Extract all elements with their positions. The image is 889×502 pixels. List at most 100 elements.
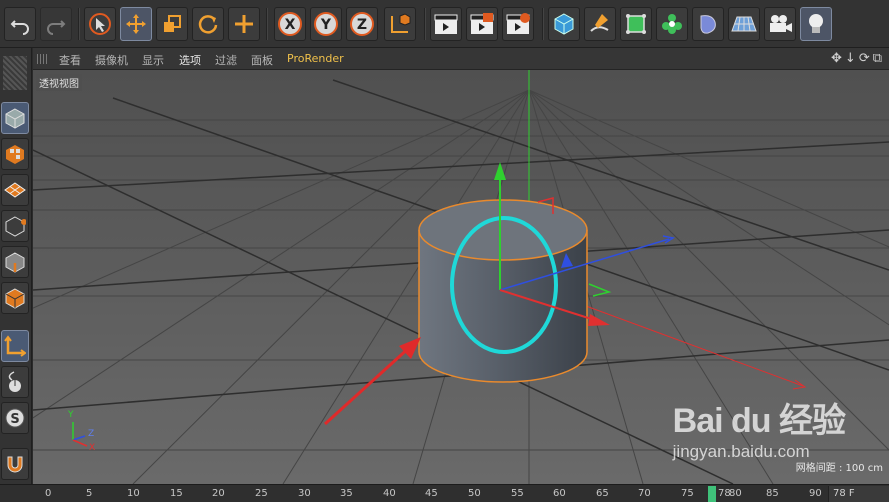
edges-mode-button[interactable] [1,246,29,278]
polygons-mode-button[interactable] [1,282,29,314]
svg-text:S: S [10,412,19,427]
timeline-tick: 40 [383,488,396,499]
cloner-button[interactable] [656,7,688,41]
magnet-tool-button[interactable] [1,448,29,480]
rotate-tool-button[interactable] [192,7,224,41]
snapping-icon: S [5,408,25,428]
render-settings-icon [506,13,530,34]
timeline-playhead[interactable] [708,486,716,502]
add-transform-icon [235,15,253,33]
enable-axis-icon [4,335,26,357]
menu-grip-icon [37,54,47,64]
undo-button[interactable] [4,7,36,41]
texture-grip-icon [3,56,27,90]
rotate-icon [198,15,218,34]
x-axis-lock-icon: X [278,12,302,36]
grid-spacing-label: 网格间距 : 100 cm [795,463,883,474]
polygons-mode-icon [5,288,25,309]
timeline-tick: 20 [212,488,225,499]
floor-icon [731,16,757,32]
timeline-tick: 45 [425,488,438,499]
viewport-title[interactable]: 透视视图 [36,74,82,91]
axis-label-z: Z [88,429,95,439]
camera-button[interactable] [764,7,796,41]
render-picture-viewer-icon [470,13,494,34]
redo-button[interactable] [40,7,72,41]
model-mode-icon [5,108,25,129]
cube-object-icon [554,13,574,35]
light-button[interactable] [800,7,832,41]
timeline-tick: 5 [86,488,93,499]
subdivision-icon [626,14,646,34]
y-axis-lock-icon: Y [314,12,338,36]
enable-axis-button[interactable] [1,330,29,362]
scale-tool-button[interactable] [156,7,188,41]
menu-filter[interactable]: 过滤 [215,52,237,68]
subdivision-button[interactable] [620,7,652,41]
timeline-tick: 35 [340,488,353,499]
add-transform-button[interactable] [228,7,260,41]
deformer-icon [700,15,716,34]
timeline-tick: 75 [681,488,694,499]
menu-prorender[interactable]: ProRender [287,52,344,65]
snapping-button[interactable]: S [1,402,29,434]
live-select-button[interactable] [84,7,116,41]
x-axis-lock-button[interactable]: X [274,7,306,41]
z-axis-lock-icon: Z [350,12,374,36]
menu-options[interactable]: 选项 [179,52,201,68]
points-mode-button[interactable] [1,210,29,242]
viewport-navigation-icons[interactable]: ✥↓⟳⧉ [831,51,885,66]
menu-panel[interactable]: 面板 [251,52,273,68]
timeline-tick: 10 [127,488,140,499]
timeline-tick: 55 [511,488,524,499]
points-mode-icon [5,216,26,237]
workplane-mode-button[interactable] [1,174,29,206]
viewport-menu-bar: 查看 摄像机 显示 选项 过滤 面板 ProRender ✥↓⟳⧉ [33,48,889,70]
timeline-tick: 85 [766,488,779,499]
timeline-tick: 50 [468,488,481,499]
timeline-ruler[interactable]: 0 5 10 15 20 25 30 35 40 45 50 55 60 65 … [0,484,889,502]
svg-text:Y: Y [320,17,332,33]
timeline-tick: 65 [596,488,609,499]
z-axis-lock-button[interactable]: Z [346,7,378,41]
model-mode-button[interactable] [1,102,29,134]
main-toolbar: X Y Z [0,0,889,48]
timeline-tick: 30 [298,488,311,499]
cloner-icon [662,14,682,34]
deformer-button[interactable] [692,7,724,41]
viewport-scene [33,70,889,484]
menu-cameras[interactable]: 摄像机 [95,52,128,68]
mode-toolbar: S [0,48,32,484]
render-picture-viewer-button[interactable] [466,7,498,41]
pen-spline-icon [590,14,609,32]
timeline-tick: 70 [638,488,651,499]
menu-display[interactable]: 显示 [142,52,164,68]
render-view-icon [434,14,458,34]
undo-icon [10,20,29,35]
menu-view[interactable]: 查看 [59,52,81,68]
y-axis-lock-button[interactable]: Y [310,7,342,41]
cube-object-button[interactable] [548,7,580,41]
tweak-mode-button[interactable] [1,366,29,398]
pen-spline-button[interactable] [584,7,616,41]
scale-icon [164,15,181,32]
edges-mode-icon [5,252,25,273]
timeline-tick: 0 [45,488,52,499]
render-view-button[interactable] [430,7,462,41]
magnet-icon [7,456,23,473]
texture-mode-icon [6,145,24,164]
axis-label-x: X [89,443,96,453]
render-settings-button[interactable] [502,7,534,41]
timeline-tick: 60 [553,488,566,499]
perspective-viewport[interactable]: 透视视图 Y Z X 网格间距 : 100 cm Bai du 经验 jingy… [33,70,889,484]
redo-icon [47,20,66,35]
timeline-tick: 15 [170,488,183,499]
texture-mode-button[interactable] [1,138,29,170]
current-frame-field[interactable]: 78 F [828,486,889,502]
axis-label-y: Y [68,410,74,420]
svg-text:X: X [285,17,296,33]
light-icon [809,14,823,33]
move-tool-button[interactable] [120,7,152,41]
floor-button[interactable] [728,7,760,41]
world-coordinate-button[interactable] [384,7,416,41]
